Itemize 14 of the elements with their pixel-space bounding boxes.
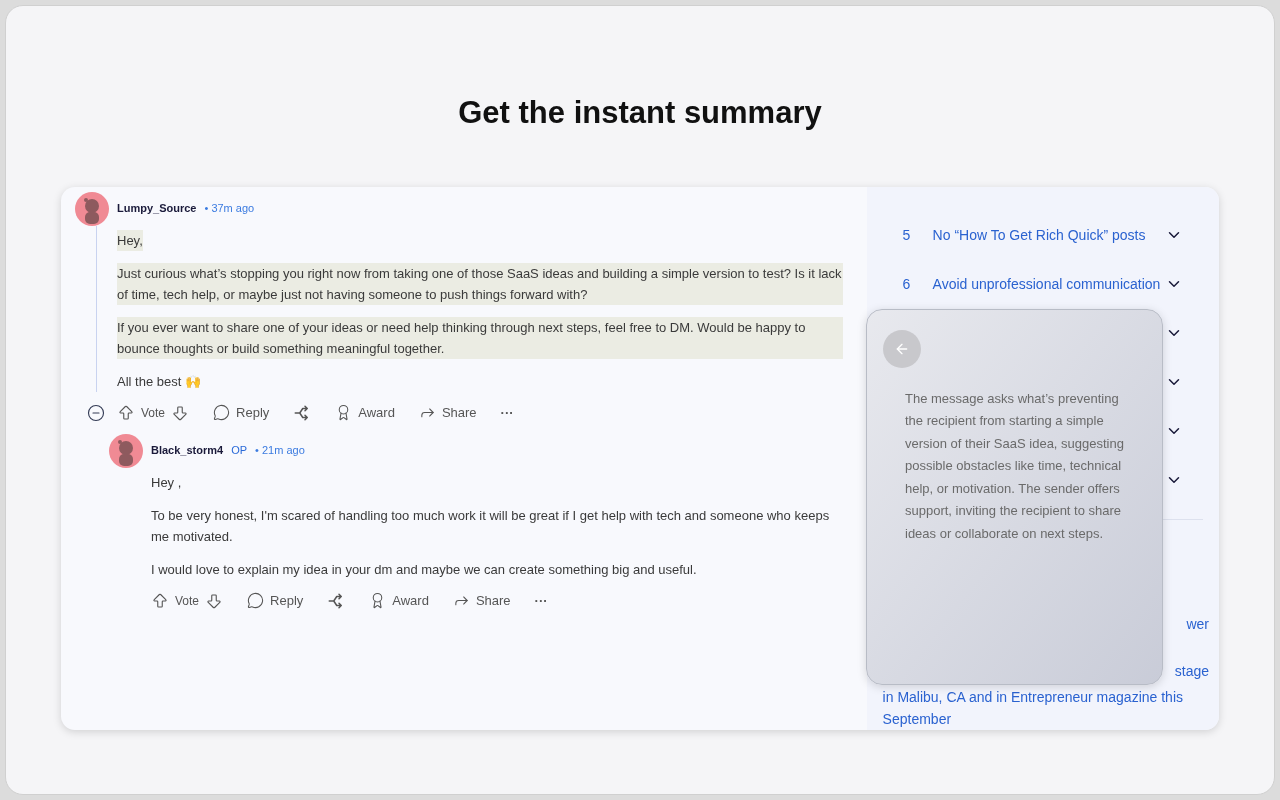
comment-paragraph: Hey ,	[151, 473, 182, 492]
comment-paragraph: To be very honest, I'm scared of handling too much work it will be great if I get help with tech and someone who keeps me motivated.	[151, 506, 831, 546]
comment-paragraph: I would love to explain my idea in your dm and maybe we can create something big and useful.	[151, 560, 697, 579]
comment-paragraph: If you ever want to share one of your ideas or need help thinking through next steps, feel free to DM. Would be happy to bounce thoughts or build something meaningful together.	[117, 316, 843, 359]
vote-label: Vote	[175, 592, 200, 610]
comment-paragraph: Hey,	[117, 229, 143, 251]
comment-paragraph: All the best 🙌	[117, 372, 201, 391]
headline: Get the instant summary	[458, 94, 822, 132]
comment-paragraph: Just curious what’s stopping you right now from taking one of those SaaS ideas and building a simple version to test? Is it lack of time, tech help, or maybe just not having someone to push things forward with?	[117, 262, 843, 305]
vote-label: Vote	[141, 404, 166, 422]
op-label: OP	[231, 443, 248, 459]
timestamp: • 21m ago	[255, 443, 305, 459]
timestamp: • 37m ago	[204, 201, 255, 217]
summary-text: The message asks what’s preventing the recipient from starting a simple version of their SaaS idea, suggesting possible obstacles like time, technical help, or motivation. The sender offers support, inviting the recipient to share ideas or collaborate on next steps.	[905, 389, 1124, 544]
